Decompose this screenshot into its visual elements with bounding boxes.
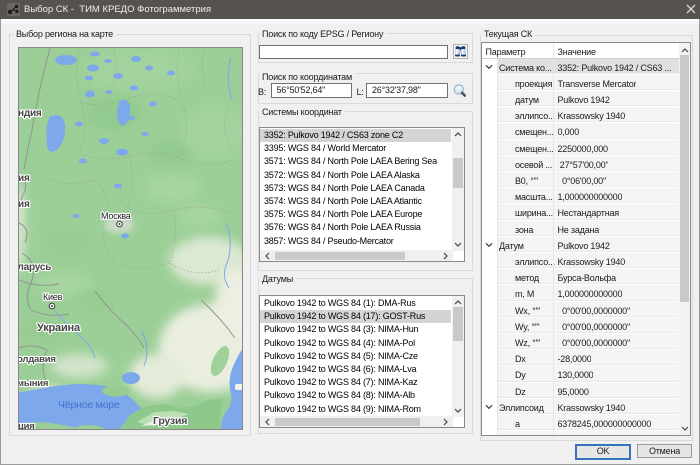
- svg-text:Чёрное море: Чёрное море: [58, 399, 120, 411]
- svg-text:Грузия: Грузия: [153, 415, 187, 427]
- svg-text:ндия: ндия: [19, 108, 42, 119]
- svg-text:олдавия: олдавия: [19, 354, 56, 365]
- svg-text:ия: ия: [19, 199, 30, 210]
- svg-text:Киев: Киев: [43, 292, 63, 302]
- svg-text:Москва: Москва: [101, 211, 131, 221]
- svg-text:ция: ция: [19, 421, 35, 429]
- svg-text:мыния: мыния: [19, 378, 48, 389]
- svg-text:ларусь: ларусь: [19, 262, 51, 273]
- svg-text:Украина: Украина: [37, 322, 81, 334]
- svg-text:ия: ия: [19, 173, 30, 184]
